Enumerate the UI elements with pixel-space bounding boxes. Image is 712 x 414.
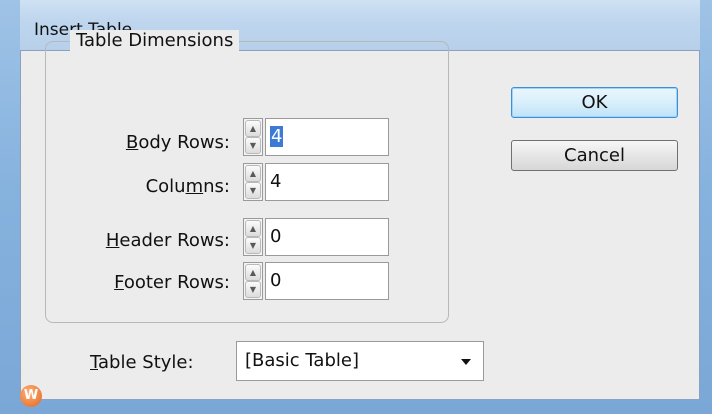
columns-spinner[interactable]: ▲ ▼: [243, 163, 263, 201]
body-rows-value: 4: [270, 126, 284, 147]
spin-down-icon[interactable]: ▼: [245, 237, 261, 254]
table-style-select[interactable]: [Basic Table]: [236, 341, 484, 381]
columns-input[interactable]: 4: [265, 163, 389, 201]
spin-down-icon[interactable]: ▼: [245, 182, 261, 199]
body-rows-input[interactable]: 4: [265, 118, 389, 156]
ok-button[interactable]: OK: [511, 87, 678, 118]
body-rows-spinner[interactable]: ▲ ▼: [243, 118, 263, 156]
footer-rows-input[interactable]: 0: [265, 262, 389, 300]
body-rows-label: Body Rows:: [125, 132, 230, 153]
columns-label: Columns:: [145, 176, 230, 197]
table-style-label: Table Style:: [90, 352, 194, 373]
header-rows-spinner[interactable]: ▲ ▼: [243, 218, 263, 256]
header-rows-input[interactable]: 0: [265, 218, 389, 256]
cancel-button[interactable]: Cancel: [511, 140, 678, 171]
spin-up-icon[interactable]: ▲: [245, 120, 261, 137]
header-rows-value: 0: [270, 226, 282, 247]
chevron-down-icon[interactable]: [461, 359, 471, 365]
columns-value: 4: [270, 171, 282, 192]
spin-up-icon[interactable]: ▲: [245, 165, 261, 182]
footer-rows-spinner[interactable]: ▲ ▼: [243, 262, 263, 300]
spin-down-icon[interactable]: ▼: [245, 137, 261, 154]
spin-down-icon[interactable]: ▼: [245, 281, 261, 298]
footer-rows-value: 0: [270, 270, 282, 291]
spin-up-icon[interactable]: ▲: [245, 264, 261, 281]
table-style-value: [Basic Table]: [245, 350, 359, 371]
table-dimensions-legend: Table Dimensions: [70, 30, 240, 51]
app-badge-icon: W: [20, 385, 42, 407]
spin-up-icon[interactable]: ▲: [245, 220, 261, 237]
header-rows-label: Header Rows:: [105, 230, 230, 251]
footer-rows-label: Footer Rows:: [114, 272, 230, 293]
